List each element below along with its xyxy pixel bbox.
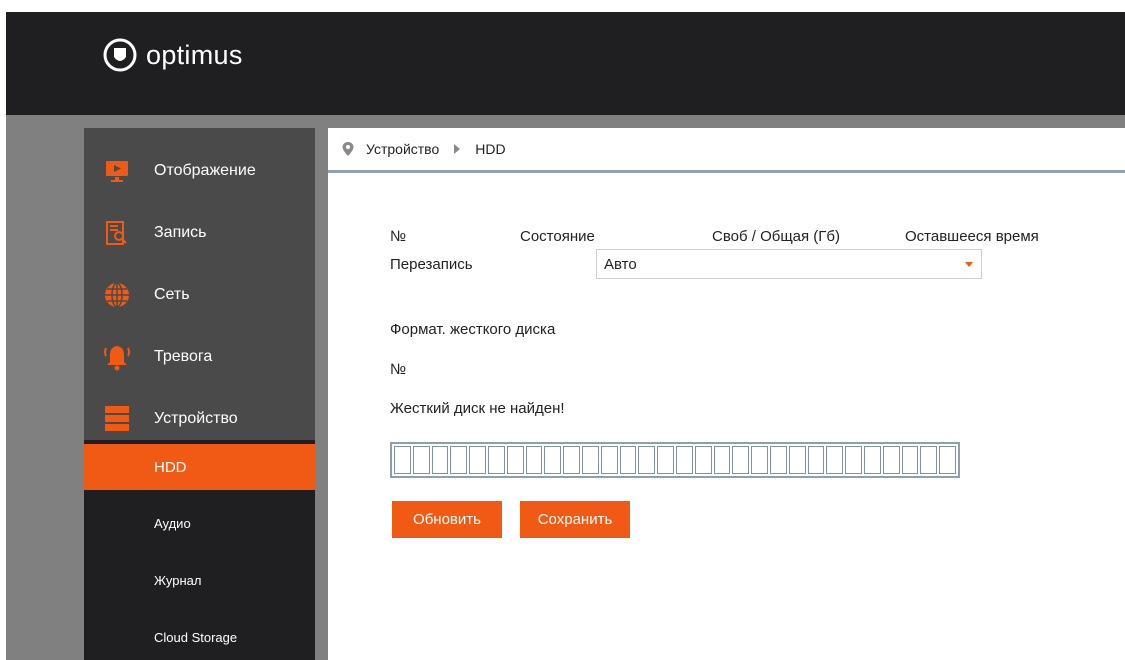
overwrite-label: Перезапись [390, 256, 473, 273]
monitor-icon [100, 154, 134, 188]
column-header-remaining-time: Оставшееся время [905, 228, 1039, 245]
disk-bar-segment [525, 446, 543, 474]
sidebar-item-label: Устройство [154, 410, 238, 427]
submenu-item-label: Журнал [154, 572, 202, 588]
disk-bar-segment [939, 446, 956, 474]
sidebar-item-label: Отображение [154, 162, 256, 179]
submenu-item-label: Cloud Storage [154, 629, 238, 645]
brand-name: optimus [146, 39, 243, 70]
format-number-label: № [390, 361, 407, 378]
disk-bar-segment [544, 446, 562, 474]
sidebar-item-display[interactable]: Отображение [84, 140, 315, 202]
disk-bar-segment [394, 446, 411, 474]
sidebar-item-label: Запись [154, 224, 207, 241]
disk-bar-segment [581, 446, 599, 474]
sidebar-item-label: Тревога [154, 348, 213, 365]
sidebar-item-record[interactable]: Запись [84, 202, 315, 264]
disk-bar-segment [788, 446, 806, 474]
disk-bar-segment [863, 446, 881, 474]
dropdown-caret-icon [965, 262, 973, 267]
disk-bar-segment [751, 446, 768, 474]
disk-bar-segment [506, 446, 524, 474]
disk-bar-segment [450, 446, 468, 474]
refresh-button[interactable]: Обновить [392, 501, 502, 538]
disk-bar-segment [845, 446, 862, 474]
chevron-right-icon [454, 144, 461, 154]
disk-bar-segment [638, 446, 656, 474]
breadcrumb-parent[interactable]: Устройство [366, 141, 439, 157]
disk-bar-segment [901, 446, 919, 474]
brand-logo: optimus [103, 38, 243, 72]
disk-bar-segment [732, 446, 750, 474]
overwrite-select[interactable]: Авто [596, 249, 982, 279]
disk-status-message: Жесткий диск не найден! [390, 400, 565, 417]
sidebar-item-network[interactable]: Сеть [84, 264, 315, 326]
disk-bar-segment [807, 446, 825, 474]
sidebar-item-alarm[interactable]: Тревога [84, 326, 315, 388]
app-frame: optimus Отображение Запись Сеть Тревога … [6, 12, 1125, 660]
main-content: Устройство HDD № Состояние Своб / Общая … [328, 128, 1125, 660]
disk-bar-segment [469, 446, 486, 474]
disk-bar-segment [412, 446, 430, 474]
column-header-number: № [390, 228, 407, 245]
column-header-free-total: Своб / Общая (Гб) [712, 228, 841, 245]
overwrite-select-value: Авто [604, 256, 637, 273]
breadcrumb: Устройство HDD [328, 128, 1125, 173]
top-header: optimus [6, 12, 1125, 115]
disk-bar-segment [657, 446, 674, 474]
disk-bar-segment [826, 446, 844, 474]
disk-progress-bar [390, 442, 960, 478]
submenu-item-hdd[interactable]: HDD [84, 444, 315, 490]
disk-bar-segment [694, 446, 712, 474]
sidebar-item-label: Сеть [154, 286, 190, 303]
server-icon [100, 402, 134, 436]
submenu-item-log[interactable]: Журнал [84, 557, 315, 603]
save-button[interactable]: Сохранить [520, 501, 630, 538]
location-pin-icon [342, 142, 354, 156]
sidebar: Отображение Запись Сеть Тревога Устройст… [84, 128, 315, 660]
submenu-item-audio[interactable]: Аудио [84, 500, 315, 546]
column-header-status: Состояние [520, 228, 595, 245]
device-submenu: HDD Аудио Журнал Cloud Storage [84, 440, 315, 660]
disk-bar-segment [769, 446, 787, 474]
submenu-item-label: Аудио [154, 515, 191, 531]
disk-bar-segment [600, 446, 618, 474]
disk-bar-segment [619, 446, 637, 474]
disk-bar-segment [882, 446, 900, 474]
alarm-bell-icon [100, 340, 134, 374]
disk-bar-segment [431, 446, 449, 474]
disk-bar-segment [920, 446, 938, 474]
optimus-logo-icon [103, 38, 137, 72]
submenu-item-label: HDD [154, 458, 187, 476]
disk-bar-segment [675, 446, 693, 474]
breadcrumb-current: HDD [475, 141, 506, 157]
record-search-icon [100, 216, 134, 250]
format-disk-label: Формат. жесткого диска [390, 321, 556, 338]
disk-bar-segment [487, 446, 505, 474]
disk-bar-segment [713, 446, 731, 474]
submenu-item-cloud-storage[interactable]: Cloud Storage [84, 614, 315, 660]
globe-icon [100, 278, 134, 312]
disk-bar-segment [563, 446, 580, 474]
